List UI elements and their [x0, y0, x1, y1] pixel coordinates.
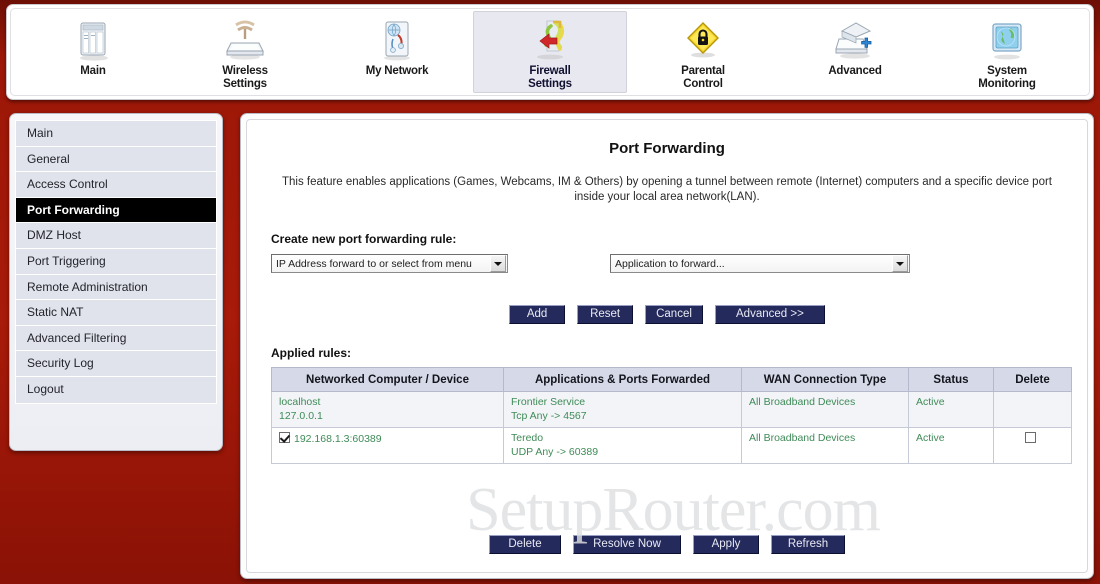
sidebar-panel: Main General Access Control Port Forward…: [9, 113, 223, 451]
add-button[interactable]: Add: [509, 305, 566, 324]
cell-wan-type: All Broadband Devices: [741, 391, 909, 428]
column-header-status: Status: [908, 367, 994, 392]
top-navigation-inner: Main Wireless Settings My Network Firewa…: [10, 8, 1090, 96]
delete-row-checkbox[interactable]: [1025, 432, 1036, 443]
create-rule-controls: IP Address forward to or select from men…: [271, 254, 1087, 273]
column-header-applications: Applications & Ports Forwarded: [503, 367, 742, 392]
sidebar-item-static-nat[interactable]: Static NAT: [16, 300, 216, 326]
reset-button[interactable]: Reset: [577, 305, 634, 324]
column-header-delete: Delete: [993, 367, 1072, 392]
cell-status: Active: [908, 427, 994, 464]
ip-address-select[interactable]: IP Address forward to or select from men…: [271, 254, 508, 273]
sidebar-item-logout[interactable]: Logout: [16, 376, 216, 403]
column-header-wan-type: WAN Connection Type: [741, 367, 909, 392]
application-select[interactable]: Application to forward...: [610, 254, 910, 273]
sidebar-item-label: General: [27, 151, 70, 166]
column-header-device: Networked Computer / Device: [271, 367, 504, 392]
nav-item-my-network[interactable]: My Network: [321, 11, 473, 93]
cell-status: Active: [908, 391, 994, 428]
cell-delete: [993, 391, 1072, 428]
page-title: Port Forwarding: [609, 140, 725, 157]
nav-item-label: Firewall Settings: [528, 65, 572, 90]
apply-button[interactable]: Apply: [693, 535, 759, 554]
application-select-value: Application to forward...: [615, 257, 725, 270]
nav-item-firewall-settings[interactable]: Firewall Settings: [473, 11, 627, 93]
sidebar-item-label: Security Log: [27, 356, 94, 371]
sidebar-item-port-triggering[interactable]: Port Triggering: [16, 248, 216, 275]
sidebar-item-label: Main: [27, 126, 54, 140]
sidebar-item-label: Port Triggering: [27, 253, 106, 268]
nav-item-label: Advanced: [828, 65, 882, 77]
device-name: 192.168.1.3:60389: [294, 433, 382, 445]
main-content-inner: Port Forwarding This feature enables app…: [246, 119, 1088, 573]
nav-item-label: Main: [80, 65, 106, 77]
sidebar-item-label: Static NAT: [27, 305, 84, 320]
delete-button[interactable]: Delete: [489, 535, 561, 554]
nav-item-label: Wireless Settings: [222, 65, 268, 90]
sidebar-item-label: Access Control: [27, 177, 108, 192]
nav-item-main[interactable]: Main: [17, 11, 169, 93]
application-name: Frontier Service: [511, 396, 586, 408]
cell-delete: [993, 427, 1072, 464]
sidebar-item-label: Port Forwarding: [27, 202, 120, 217]
sidebar-item-security-log[interactable]: Security Log: [16, 351, 216, 377]
box-gear-plus-icon: [832, 17, 878, 63]
sidebar-item-advanced-filtering[interactable]: Advanced Filtering: [16, 325, 216, 352]
ip-address-select-value: IP Address forward to or select from men…: [276, 257, 472, 270]
sidebar-item-label: Advanced Filtering: [27, 330, 127, 345]
nav-item-label: Parental Control: [681, 65, 725, 90]
sidebar-item-access-control[interactable]: Access Control: [16, 172, 216, 198]
refresh-button[interactable]: Refresh: [771, 535, 845, 554]
advanced-button[interactable]: Advanced >>: [714, 305, 825, 324]
nav-item-parental-control[interactable]: Parental Control: [627, 11, 779, 93]
resolve-now-button[interactable]: Resolve Now: [573, 535, 681, 554]
table-header-row: Networked Computer / Device Applications…: [271, 367, 1072, 392]
sidebar-item-main[interactable]: Main: [16, 121, 216, 147]
cell-application: Frontier Service Tcp Any -> 4567: [503, 391, 742, 428]
main-content-panel: Port Forwarding This feature enables app…: [240, 113, 1094, 579]
sidebar-item-label: Logout: [27, 381, 64, 396]
cell-application: Teredo UDP Any -> 60389: [503, 427, 742, 464]
applied-rules-label: Applied rules:: [271, 346, 352, 360]
table-row: localhost 127.0.0.1 Frontier Service Tcp…: [271, 391, 1072, 428]
create-rule-button-row: Add Reset Cancel Advanced >>: [247, 305, 1087, 324]
chevron-down-icon[interactable]: [490, 255, 506, 272]
nav-item-label: My Network: [365, 65, 429, 77]
yellow-lock-diamond-icon: [680, 17, 726, 63]
sidebar-item-general[interactable]: General: [16, 146, 216, 173]
top-navigation-bar: Main Wireless Settings My Network Firewa…: [6, 4, 1094, 100]
applied-rules-table: Networked Computer / Device Applications…: [271, 367, 1072, 464]
device-detail: 127.0.0.1: [279, 410, 323, 422]
device-enable-checkbox[interactable]: [279, 432, 290, 443]
cell-wan-type: All Broadband Devices: [741, 427, 909, 464]
sidebar-item-label: DMZ Host: [27, 228, 81, 243]
page-description: This feature enables applications (Games…: [281, 176, 1053, 203]
device-name: localhost: [279, 396, 321, 408]
nav-item-advanced[interactable]: Advanced: [779, 11, 931, 93]
window-panels-icon: [70, 17, 116, 63]
chevron-down-icon[interactable]: [892, 255, 908, 272]
cell-device: 192.168.1.3:60389: [271, 427, 504, 464]
network-globe-icon: [374, 17, 420, 63]
sidebar-item-dmz-host[interactable]: DMZ Host: [16, 223, 216, 249]
nav-item-system-monitoring[interactable]: System Monitoring: [931, 11, 1083, 93]
cell-device: localhost 127.0.0.1: [271, 391, 504, 428]
sidebar-item-label: Remote Administration: [27, 279, 148, 294]
nav-item-label: System Monitoring: [978, 65, 1036, 90]
nav-item-wireless-settings[interactable]: Wireless Settings: [169, 11, 321, 93]
application-ports: Tcp Any -> 4567: [511, 410, 587, 422]
firewall-arrows-icon: [527, 17, 573, 63]
application-name: Teredo: [511, 432, 544, 444]
wireless-antenna-icon: [222, 17, 268, 63]
sidebar-menu: Main General Access Control Port Forward…: [15, 120, 217, 404]
cancel-button[interactable]: Cancel: [645, 305, 703, 324]
table-action-button-row: Delete Resolve Now Apply Refresh: [247, 535, 1087, 554]
sidebar-item-port-forwarding[interactable]: Port Forwarding: [16, 197, 216, 224]
table-row: 192.168.1.3:60389 Teredo UDP Any -> 6038…: [271, 427, 1072, 464]
create-rule-label: Create new port forwarding rule:: [271, 232, 457, 246]
monitor-globe-icon: [984, 17, 1030, 63]
application-ports: UDP Any -> 60389: [511, 446, 599, 458]
sidebar-item-remote-administration[interactable]: Remote Administration: [16, 274, 216, 301]
